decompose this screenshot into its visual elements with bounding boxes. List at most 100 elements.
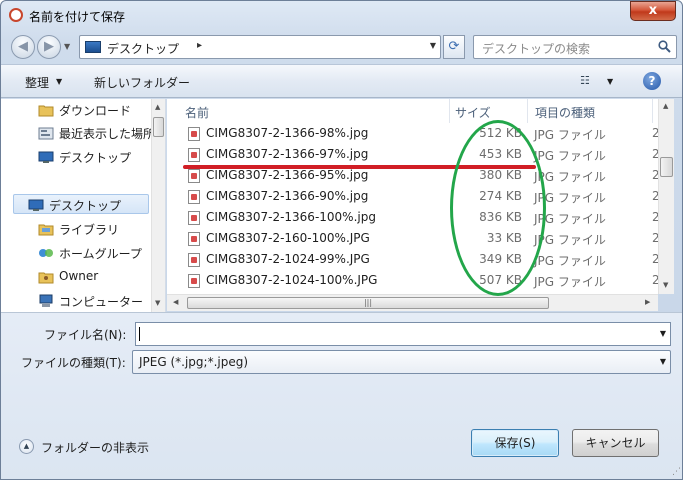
jpg-file-icon: [188, 274, 200, 288]
scroll-down-icon[interactable]: ▼: [663, 281, 668, 289]
address-bar[interactable]: デスクトップ ▸ ▼: [79, 35, 441, 59]
filetype-select[interactable]: JPEG (*.jpg;*.jpeg) ▼: [132, 350, 671, 374]
file-row[interactable]: CIMG8307-2-1366-97%.jpg 453 KB JPG ファイル …: [167, 145, 660, 166]
file-name: CIMG8307-2-1024-100%.JPG: [206, 273, 378, 287]
recent-pages-dropdown-icon[interactable]: ▼: [64, 42, 70, 51]
file-type: JPG ファイル: [534, 275, 606, 289]
search-icon[interactable]: [658, 40, 671, 53]
scrollbar-thumb[interactable]: |||: [187, 297, 549, 309]
scroll-down-icon[interactable]: ▼: [155, 299, 160, 307]
arrow-left-icon: ◀: [18, 39, 28, 54]
recent-places-icon: [38, 126, 54, 140]
nav-item-computer[interactable]: コンピューター: [1, 291, 151, 311]
nav-item-desktop[interactable]: デスクトップ: [1, 147, 151, 167]
nav-item-desktop-root[interactable]: デスクトップ: [13, 194, 149, 214]
column-header-size[interactable]: サイズ: [450, 99, 528, 123]
scroll-left-icon[interactable]: ◀: [173, 298, 178, 306]
file-list: 名前 サイズ 項目の種類 CIMG8307-2-1366-98%.jpg 512…: [167, 99, 660, 294]
desktop-icon: [38, 150, 54, 164]
arrow-right-icon: ▶: [44, 39, 54, 54]
nav-item-label: デスクトップ: [59, 151, 132, 165]
hide-folders-label: フォルダーの非表示: [41, 441, 150, 455]
column-header-type[interactable]: 項目の種類: [528, 99, 653, 123]
file-name: CIMG8307-2-1366-95%.jpg: [206, 168, 369, 182]
chevron-down-icon: ▼: [659, 357, 666, 366]
address-breadcrumb[interactable]: デスクトップ: [107, 40, 179, 57]
cancel-button[interactable]: キャンセル: [572, 429, 659, 457]
forward-button[interactable]: ▶: [37, 35, 61, 59]
file-row[interactable]: CIMG8307-2-1024-100%.JPG 507 KB JPG ファイル…: [167, 271, 660, 292]
file-type: JPG ファイル: [534, 233, 606, 247]
jpg-file-icon: [188, 253, 200, 267]
folder-icon: [38, 103, 54, 117]
search-box[interactable]: デスクトップの検索: [473, 35, 677, 59]
file-name: CIMG8307-2-1366-97%.jpg: [206, 147, 369, 161]
file-row[interactable]: CIMG8307-2-1366-100%.jpg 836 KB JPG ファイル…: [167, 208, 660, 229]
computer-icon: [38, 294, 54, 308]
file-name: CIMG8307-2-1366-100%.jpg: [206, 210, 376, 224]
view-dropdown-icon[interactable]: ▼: [607, 77, 613, 86]
file-type: JPG ファイル: [534, 254, 606, 268]
homegroup-icon: [38, 246, 54, 260]
search-input[interactable]: デスクトップの検索: [482, 40, 590, 57]
file-row[interactable]: CIMG8307-2-160-100%.JPG 33 KB JPG ファイル 2: [167, 229, 660, 250]
desktop-icon: [85, 41, 101, 53]
nav-item-downloads[interactable]: ダウンロード: [1, 100, 151, 120]
breadcrumb-chevron-icon[interactable]: ▸: [197, 40, 202, 51]
nav-item-libraries[interactable]: ライブラリ: [1, 219, 151, 239]
nav-pane-scrollbar[interactable]: ▲ ▼: [151, 99, 165, 312]
nav-item-label: ダウンロード: [59, 104, 132, 118]
scrollbar-thumb[interactable]: [660, 157, 673, 177]
nav-item-homegroup[interactable]: ホームグループ: [1, 243, 151, 263]
resize-grip-icon[interactable]: ⋰: [672, 467, 681, 477]
scroll-up-icon[interactable]: ▲: [155, 103, 160, 111]
app-icon: [9, 8, 23, 22]
close-button[interactable]: x: [630, 1, 676, 21]
chevron-down-icon: ▼: [56, 77, 63, 86]
file-row[interactable]: CIMG8307-2-1366-98%.jpg 512 KB JPG ファイル …: [167, 124, 660, 145]
filename-field[interactable]: ▼: [135, 322, 671, 346]
nav-item-label: ホームグループ: [59, 247, 142, 261]
library-icon: [38, 222, 54, 236]
nav-item-label: ライブラリ: [59, 223, 120, 237]
nav-item-label: デスクトップ: [49, 199, 122, 213]
file-type: JPG ファイル: [534, 149, 606, 163]
filename-label: ファイル名(N):: [44, 328, 127, 342]
file-row[interactable]: CIMG8307-2-1366-90%.jpg 274 KB JPG ファイル …: [167, 187, 660, 208]
organize-button[interactable]: 整理: [25, 74, 49, 91]
file-name: CIMG8307-2-160-100%.JPG: [206, 231, 370, 245]
file-type: JPG ファイル: [534, 128, 606, 142]
view-options-icon[interactable]: ☷: [580, 74, 590, 87]
scroll-up-icon[interactable]: ▲: [663, 102, 668, 110]
file-row[interactable]: CIMG8307-2-1366-95%.jpg 380 KB JPG ファイル …: [167, 166, 660, 187]
back-button[interactable]: ◀: [11, 35, 35, 59]
refresh-button[interactable]: ⟳: [443, 35, 465, 59]
nav-item-label: 最近表示した場所: [59, 127, 156, 141]
file-list-vertical-scrollbar[interactable]: ▲ ▼: [658, 99, 674, 294]
chevron-up-icon: ▲: [19, 439, 34, 454]
address-dropdown-icon[interactable]: ▼: [430, 41, 436, 50]
file-name: CIMG8307-2-1366-98%.jpg: [206, 126, 369, 140]
chevron-down-icon[interactable]: ▼: [660, 329, 666, 338]
jpg-file-icon: [188, 211, 200, 225]
desktop-icon: [28, 198, 44, 212]
user-folder-icon: [38, 270, 54, 284]
command-toolbar: 整理 ▼ 新しいフォルダー ☷ ▼ ?: [1, 64, 682, 98]
save-button[interactable]: 保存(S): [471, 429, 559, 457]
title-bar[interactable]: 名前を付けて保存 x: [1, 1, 683, 31]
scroll-right-icon[interactable]: ▶: [645, 298, 650, 306]
help-icon[interactable]: ?: [643, 72, 661, 90]
scrollbar-thumb[interactable]: [153, 117, 164, 137]
green-circle-annotation: [450, 120, 546, 296]
new-folder-button[interactable]: 新しいフォルダー: [94, 74, 190, 91]
filetype-label: ファイルの種類(T):: [21, 356, 126, 370]
nav-item-recent-places[interactable]: 最近表示した場所: [1, 123, 155, 143]
nav-item-owner[interactable]: Owner: [1, 267, 151, 287]
file-type: JPG ファイル: [534, 170, 606, 184]
file-name: CIMG8307-2-1366-90%.jpg: [206, 189, 369, 203]
file-list-horizontal-scrollbar[interactable]: ◀ ||| ▶: [167, 294, 658, 311]
nav-item-label: コンピューター: [59, 295, 144, 309]
file-row[interactable]: CIMG8307-2-1024-99%.JPG 349 KB JPG ファイル …: [167, 250, 660, 271]
navigation-bar: ◀ ▶ ▼ デスクトップ ▸ ▼ ⟳ デスクトップの検索: [9, 33, 677, 61]
column-header-name[interactable]: 名前: [167, 99, 450, 123]
